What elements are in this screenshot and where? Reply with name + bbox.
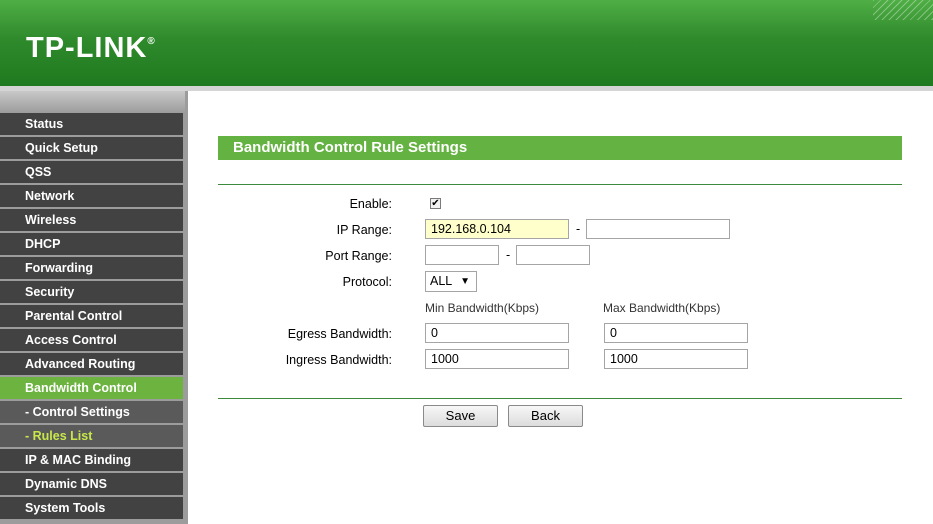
ingress-label: Ingress Bandwidth: xyxy=(285,353,392,367)
header-banner: TP-LINK® xyxy=(0,0,933,86)
sidebar-item-status[interactable]: Status xyxy=(0,113,183,135)
sidebar-item-security[interactable]: Security xyxy=(0,281,183,303)
sidebar-subitem-rules-list[interactable]: - Rules List xyxy=(0,425,183,447)
sidebar-item-system-tools[interactable]: System Tools xyxy=(0,497,183,519)
sidebar: Status Quick Setup QSS Network Wireless … xyxy=(0,91,185,524)
sidebar-item-access-control[interactable]: Access Control xyxy=(0,329,183,351)
dropdown-arrow-icon: ▼ xyxy=(460,276,470,287)
sidebar-item-ip-mac-binding[interactable]: IP & MAC Binding xyxy=(0,449,183,471)
tp-link-logo: TP-LINK® xyxy=(26,32,156,64)
egress-max-input[interactable] xyxy=(604,323,748,343)
top-divider xyxy=(218,184,902,185)
enable-checkbox[interactable]: ✔ xyxy=(430,198,441,209)
port-range-label: Port Range: xyxy=(325,249,392,263)
egress-min-input[interactable] xyxy=(425,323,569,343)
sidebar-subitem-control-settings[interactable]: - Control Settings xyxy=(0,401,183,423)
page-title: Bandwidth Control Rule Settings xyxy=(218,136,902,160)
sidebar-item-dynamic-dns[interactable]: Dynamic DNS xyxy=(0,473,183,495)
protocol-label: Protocol: xyxy=(342,275,392,289)
sidebar-item-forwarding[interactable]: Forwarding xyxy=(0,257,183,279)
min-bandwidth-header: Min Bandwidth(Kbps) xyxy=(425,301,540,315)
ip-start-input[interactable] xyxy=(425,219,569,239)
port-end-input[interactable] xyxy=(516,245,590,265)
egress-label: Egress Bandwidth: xyxy=(287,327,392,341)
sidebar-item-parental-control[interactable]: Parental Control xyxy=(0,305,183,327)
sidebar-item-dhcp[interactable]: DHCP xyxy=(0,233,183,255)
ip-range-dash: - xyxy=(576,222,581,236)
protocol-select[interactable]: ALL ▼ xyxy=(425,271,477,292)
sidebar-item-bandwidth-control[interactable]: Bandwidth Control xyxy=(0,377,183,399)
port-start-input[interactable] xyxy=(425,245,499,265)
sidebar-item-wireless[interactable]: Wireless xyxy=(0,209,183,231)
sidebar-item-network[interactable]: Network xyxy=(0,185,183,207)
sidebar-item-advanced-routing[interactable]: Advanced Routing xyxy=(0,353,183,375)
ingress-min-input[interactable] xyxy=(425,349,569,369)
sidebar-item-qss[interactable]: QSS xyxy=(0,161,183,183)
protocol-selected-value: ALL xyxy=(430,274,453,288)
sidebar-top-spacer xyxy=(0,91,185,113)
port-range-dash: - xyxy=(506,248,511,262)
ip-range-label: IP Range: xyxy=(336,223,392,237)
save-button[interactable]: Save xyxy=(423,405,498,427)
back-button[interactable]: Back xyxy=(508,405,583,427)
max-bandwidth-header: Max Bandwidth(Kbps) xyxy=(603,301,721,315)
sidebar-item-quick-setup[interactable]: Quick Setup xyxy=(0,137,183,159)
header-decoration xyxy=(873,0,933,20)
enable-label: Enable: xyxy=(349,197,392,211)
bottom-divider xyxy=(218,398,902,399)
main-content: Bandwidth Control Rule Settings Enable: … xyxy=(188,91,933,524)
ip-end-input[interactable] xyxy=(586,219,730,239)
ingress-max-input[interactable] xyxy=(604,349,748,369)
